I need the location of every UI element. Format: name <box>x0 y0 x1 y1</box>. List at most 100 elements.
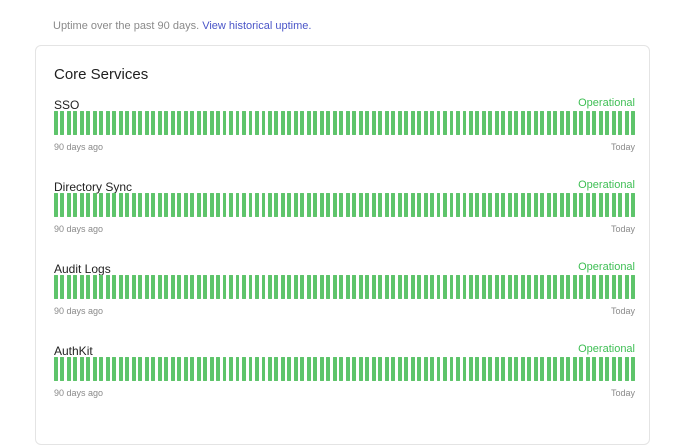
uptime-day-bar[interactable] <box>443 111 447 135</box>
uptime-day-bar[interactable] <box>280 275 285 299</box>
uptime-day-bar[interactable] <box>605 275 610 299</box>
uptime-day-bar[interactable] <box>514 275 519 299</box>
uptime-day-bar[interactable] <box>378 357 383 381</box>
uptime-day-bar[interactable] <box>209 193 214 217</box>
uptime-day-bar[interactable] <box>501 193 506 217</box>
uptime-day-bar[interactable] <box>611 111 616 135</box>
uptime-day-bar[interactable] <box>611 275 616 299</box>
uptime-day-bar[interactable] <box>475 357 480 381</box>
uptime-day-bar[interactable] <box>533 275 538 299</box>
uptime-day-bar[interactable] <box>443 357 447 381</box>
uptime-day-bar[interactable] <box>371 275 376 299</box>
uptime-day-bar[interactable] <box>352 193 357 217</box>
uptime-day-bar[interactable] <box>248 193 253 217</box>
uptime-day-bar[interactable] <box>293 275 298 299</box>
uptime-day-bar[interactable] <box>339 193 344 217</box>
uptime-day-bar[interactable] <box>66 357 71 381</box>
uptime-day-bar[interactable] <box>242 111 246 135</box>
uptime-day-bar[interactable] <box>559 111 564 135</box>
uptime-day-bar[interactable] <box>527 193 532 217</box>
uptime-day-bar[interactable] <box>391 111 396 135</box>
uptime-day-bar[interactable] <box>358 357 363 381</box>
uptime-day-bar[interactable] <box>280 357 285 381</box>
uptime-day-bar[interactable] <box>300 357 305 381</box>
uptime-day-bar[interactable] <box>79 193 84 217</box>
uptime-day-bar[interactable] <box>546 193 551 217</box>
uptime-day-bar[interactable] <box>475 275 480 299</box>
uptime-day-bar[interactable] <box>397 275 402 299</box>
uptime-day-bar[interactable] <box>371 357 376 381</box>
uptime-day-bar[interactable] <box>507 275 512 299</box>
uptime-day-bar[interactable] <box>520 111 525 135</box>
uptime-day-bar[interactable] <box>494 357 499 381</box>
uptime-day-bar[interactable] <box>391 193 396 217</box>
uptime-day-bar[interactable] <box>397 111 402 135</box>
uptime-day-bar[interactable] <box>410 357 415 381</box>
uptime-day-bar[interactable] <box>326 357 331 381</box>
uptime-day-bar[interactable] <box>203 193 208 217</box>
uptime-day-bar[interactable] <box>631 111 635 135</box>
uptime-day-bar[interactable] <box>391 357 396 381</box>
uptime-day-bar[interactable] <box>235 193 240 217</box>
uptime-day-bar[interactable] <box>605 111 610 135</box>
uptime-day-bar[interactable] <box>267 357 272 381</box>
uptime-day-bar[interactable] <box>501 275 506 299</box>
uptime-day-bar[interactable] <box>306 275 311 299</box>
uptime-day-bar[interactable] <box>352 275 357 299</box>
uptime-day-bar[interactable] <box>546 357 551 381</box>
uptime-day-bar[interactable] <box>86 357 91 381</box>
uptime-day-bar[interactable] <box>170 357 175 381</box>
uptime-day-bar[interactable] <box>339 111 344 135</box>
uptime-day-bar[interactable] <box>209 111 214 135</box>
uptime-day-bar[interactable] <box>423 193 428 217</box>
uptime-day-bar[interactable] <box>430 275 434 299</box>
uptime-day-bar[interactable] <box>358 111 363 135</box>
uptime-day-bar[interactable] <box>598 357 603 381</box>
uptime-day-bar[interactable] <box>287 111 292 135</box>
uptime-day-bar[interactable] <box>86 275 91 299</box>
uptime-day-bar[interactable] <box>378 193 383 217</box>
uptime-day-bar[interactable] <box>177 357 182 381</box>
uptime-day-bar[interactable] <box>443 275 447 299</box>
uptime-day-bar[interactable] <box>488 111 493 135</box>
uptime-day-bar[interactable] <box>566 111 571 135</box>
uptime-day-bar[interactable] <box>332 193 337 217</box>
uptime-day-bar[interactable] <box>157 357 162 381</box>
uptime-day-bar[interactable] <box>481 357 486 381</box>
uptime-day-bar[interactable] <box>332 111 337 135</box>
uptime-day-bar[interactable] <box>352 357 357 381</box>
uptime-day-bar[interactable] <box>79 111 84 135</box>
uptime-day-bar[interactable] <box>99 193 104 217</box>
uptime-day-bar[interactable] <box>598 111 603 135</box>
uptime-day-bar[interactable] <box>624 357 629 381</box>
uptime-day-bar[interactable] <box>520 193 525 217</box>
uptime-day-bar[interactable] <box>60 275 65 299</box>
uptime-day-bar[interactable] <box>73 193 78 217</box>
uptime-day-bar[interactable] <box>261 193 266 217</box>
uptime-day-bar[interactable] <box>572 275 577 299</box>
uptime-day-bar[interactable] <box>410 111 415 135</box>
uptime-day-bar[interactable] <box>170 193 175 217</box>
uptime-day-bar[interactable] <box>118 357 123 381</box>
uptime-day-bar[interactable] <box>157 275 162 299</box>
uptime-day-bar[interactable] <box>410 193 415 217</box>
uptime-day-bar[interactable] <box>579 111 584 135</box>
uptime-day-bar[interactable] <box>105 357 110 381</box>
uptime-day-bar[interactable] <box>527 111 532 135</box>
uptime-day-bar[interactable] <box>274 111 279 135</box>
uptime-day-bar[interactable] <box>54 193 58 217</box>
uptime-day-bar[interactable] <box>592 193 597 217</box>
uptime-day-bar[interactable] <box>404 357 409 381</box>
uptime-day-bar[interactable] <box>190 111 195 135</box>
uptime-day-bar[interactable] <box>92 111 97 135</box>
uptime-day-bar[interactable] <box>99 111 104 135</box>
uptime-day-bar[interactable] <box>235 357 240 381</box>
uptime-day-bar[interactable] <box>157 193 162 217</box>
uptime-day-bar[interactable] <box>326 193 331 217</box>
uptime-day-bar[interactable] <box>514 193 519 217</box>
uptime-day-bar[interactable] <box>462 193 467 217</box>
uptime-day-bar[interactable] <box>255 111 259 135</box>
uptime-day-bar[interactable] <box>177 275 182 299</box>
uptime-day-bar[interactable] <box>196 111 201 135</box>
uptime-day-bar[interactable] <box>216 275 220 299</box>
